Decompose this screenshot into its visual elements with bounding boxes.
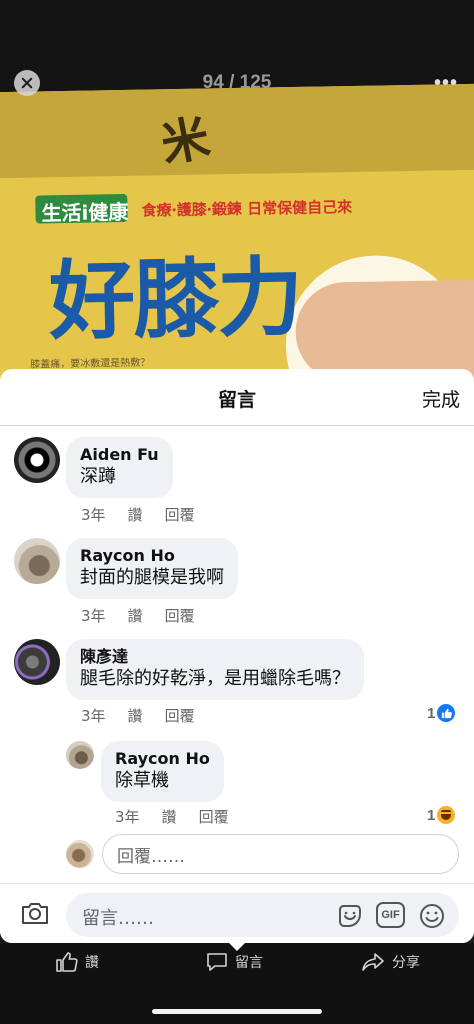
like-link[interactable]: 讚 <box>128 504 143 525</box>
comment-actions: 3年 讚 回覆 <box>81 705 195 726</box>
photo-viewer[interactable]: 米 生活i健康 食療‧護膝‧鍛鍊 日常保健自己來 好膝力 膝蓋痛，要冰敷還是熱敷… <box>0 0 474 380</box>
comment-placeholder: 留言…… <box>82 908 154 929</box>
done-button[interactable]: 完成 <box>422 385 460 412</box>
avatar[interactable] <box>14 639 60 685</box>
comment-text: 除草機 <box>115 770 169 791</box>
thumbs-up-icon <box>56 952 78 972</box>
reply-link[interactable]: 回覆 <box>165 504 195 525</box>
photo-tagline: 食療‧護膝‧鍛鍊 日常保健自己來 <box>141 197 353 220</box>
reply-input[interactable]: 回覆…… <box>102 834 459 874</box>
sticker-icon[interactable] <box>336 902 364 930</box>
haha-reaction-icon <box>437 806 456 824</box>
reply-link[interactable]: 回覆 <box>165 705 195 726</box>
comment-actions: 3年 讚 回覆 <box>115 806 229 827</box>
photo[interactable]: 米 生活i健康 食療‧護膝‧鍛鍊 日常保健自己來 好膝力 膝蓋痛，要冰敷還是熱敷… <box>0 83 474 380</box>
emoji-icon[interactable] <box>418 902 446 930</box>
gif-icon[interactable]: GIF <box>376 902 405 928</box>
comment-time[interactable]: 3年 <box>81 504 106 525</box>
reply-bubble[interactable]: Raycon Ho 除草機 <box>101 741 224 802</box>
like-button[interactable]: 讚 <box>55 951 99 973</box>
comment-label: 留言 <box>235 955 263 971</box>
comment-author[interactable]: Raycon Ho <box>115 749 210 769</box>
my-avatar <box>66 840 94 868</box>
comment-author[interactable]: Aiden Fu <box>80 445 159 465</box>
more-icon[interactable]: ••• <box>434 72 458 95</box>
share-icon <box>362 953 384 971</box>
reply-link[interactable]: 回覆 <box>165 605 195 626</box>
sheet-header: 留言 完成 <box>0 369 474 426</box>
reaction-count: 1 <box>427 704 436 722</box>
reply-placeholder: 回覆…… <box>117 846 185 867</box>
post-action-bar: 讚 留言 分享 <box>0 942 474 1024</box>
share-button[interactable]: 分享 <box>360 951 420 973</box>
reaction-summary[interactable]: 1 <box>427 704 456 722</box>
comment-text: 封面的腿模是我啊 <box>80 567 224 588</box>
comment-actions: 3年 讚 回覆 <box>81 605 195 626</box>
share-label: 分享 <box>392 955 420 971</box>
comment-composer: 留言…… GIF <box>0 883 474 943</box>
comment-time[interactable]: 3年 <box>81 705 106 726</box>
avatar[interactable] <box>14 437 60 483</box>
sheet-title: 留言 <box>217 389 256 411</box>
comment-button[interactable]: 留言 <box>205 951 263 973</box>
like-link[interactable]: 讚 <box>128 705 143 726</box>
avatar[interactable] <box>14 538 60 584</box>
comment-time[interactable]: 3年 <box>81 605 106 626</box>
comment-icon <box>207 953 227 971</box>
comment-bubble[interactable]: 陳彥達 腿毛除的好乾淨，是用蠟除毛嗎？ <box>66 639 364 700</box>
like-link[interactable]: 讚 <box>128 605 143 626</box>
like-reaction-icon <box>437 704 456 722</box>
photo-brand: 生活i健康 <box>41 199 129 226</box>
comment-text: 深蹲 <box>80 466 116 487</box>
like-label: 讚 <box>85 955 99 971</box>
reply-link[interactable]: 回覆 <box>199 806 229 827</box>
photo-title: 好膝力 <box>48 247 302 353</box>
sheet-pointer <box>228 942 246 951</box>
comment-time[interactable]: 3年 <box>115 806 140 827</box>
reaction-summary[interactable]: 1 <box>427 806 456 824</box>
avatar[interactable] <box>66 741 94 769</box>
reaction-count: 1 <box>427 806 436 824</box>
comment-bubble[interactable]: Raycon Ho 封面的腿模是我啊 <box>66 538 238 599</box>
photo-counter: 94 / 125 <box>202 72 272 93</box>
like-link[interactable]: 讚 <box>162 806 177 827</box>
photo-calligraphy: 米 <box>156 109 215 174</box>
comment-bubble[interactable]: Aiden Fu 深蹲 <box>66 437 173 498</box>
comment-author[interactable]: Raycon Ho <box>80 546 224 566</box>
comment-text: 腿毛除的好乾淨，是用蠟除毛嗎？ <box>80 668 350 689</box>
comments-sheet: 留言 完成 Aiden Fu 深蹲 3年 讚 回覆 Raycon Ho 封面的腿… <box>0 369 474 943</box>
photo-knee <box>294 279 474 380</box>
home-indicator[interactable] <box>152 1009 322 1014</box>
comment-actions: 3年 讚 回覆 <box>81 504 195 525</box>
comment-author[interactable]: 陳彥達 <box>80 647 350 667</box>
comment-input[interactable]: 留言…… GIF <box>66 893 459 937</box>
camera-icon[interactable] <box>20 900 50 926</box>
